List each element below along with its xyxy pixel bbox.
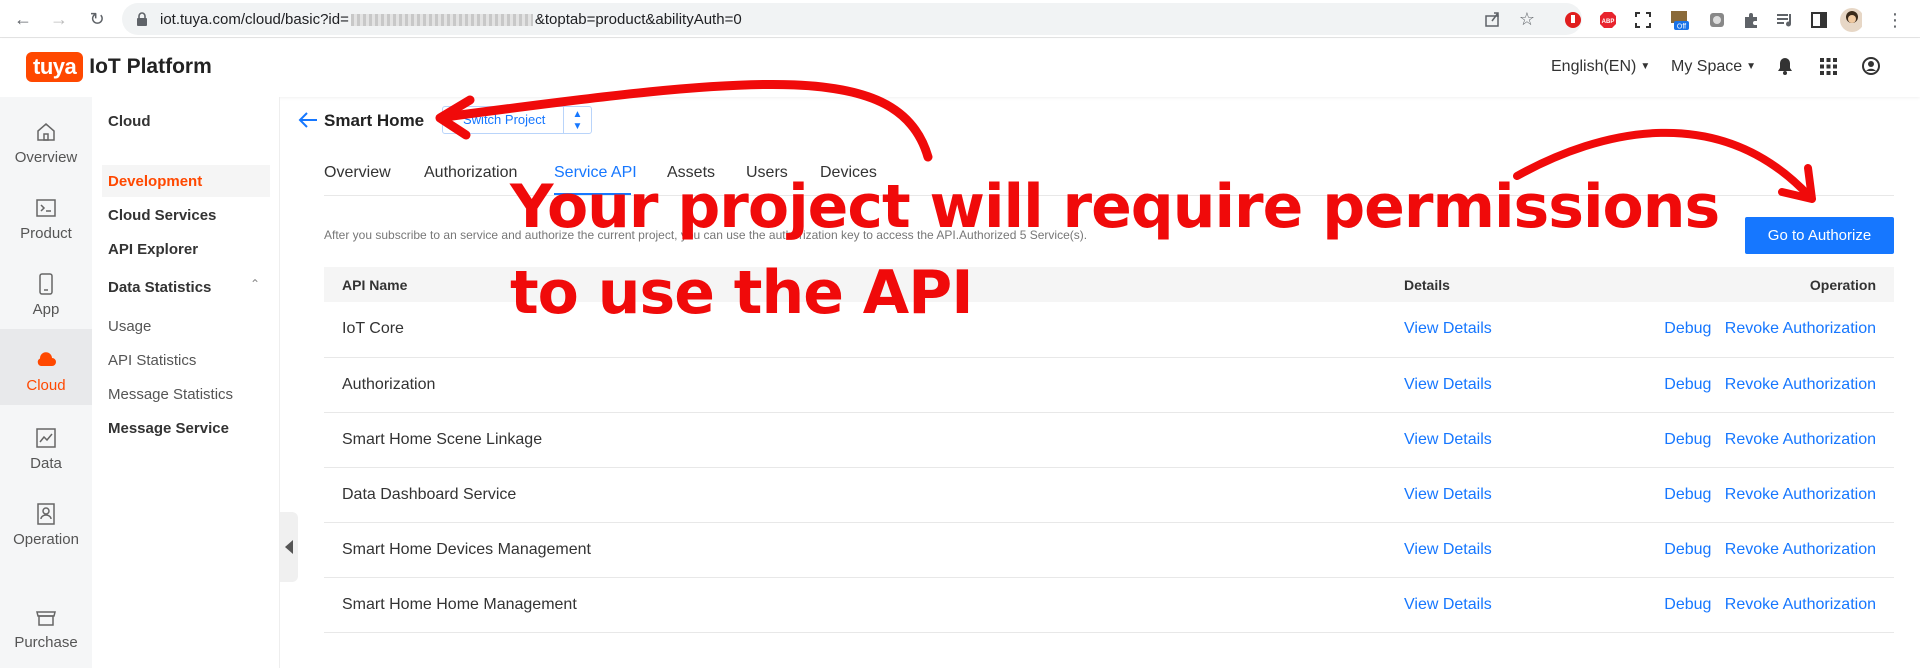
annotation-line-2: to use the API: [510, 258, 974, 328]
annotation-arrows: [435, 79, 1816, 203]
annotation-line-1: Your project will require permissions: [510, 172, 1720, 242]
